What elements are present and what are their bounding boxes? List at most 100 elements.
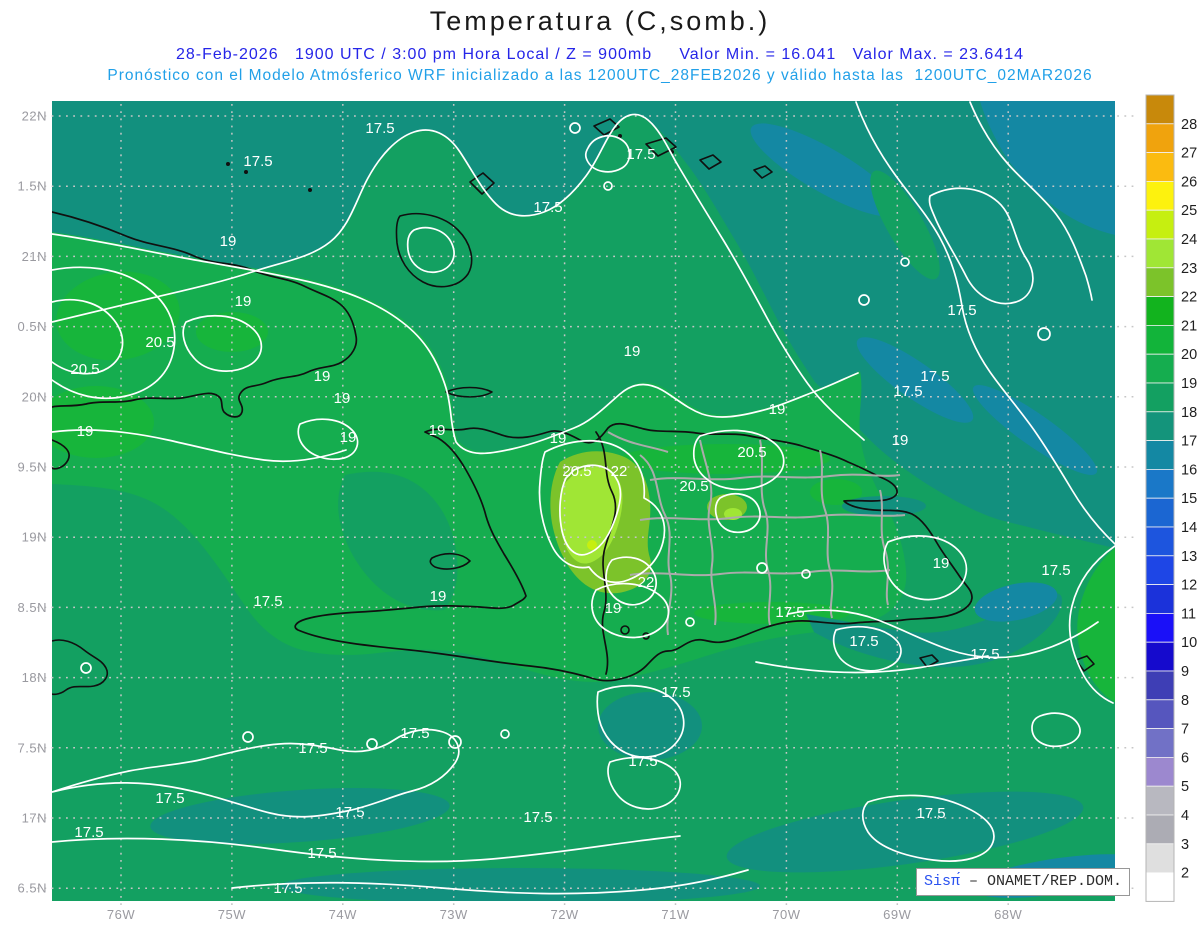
- contour-value-label: 17.5: [365, 120, 394, 137]
- contour-value-label: 19: [220, 233, 237, 250]
- lat-label: 6.5N: [18, 881, 47, 896]
- temperature-shading: [38, 101, 1152, 906]
- contour-value-label: 20.5: [145, 334, 174, 351]
- lat-label: 20N: [22, 389, 47, 404]
- colorbar-cell: [1146, 153, 1174, 182]
- lat-label: 7.5N: [18, 740, 47, 755]
- colorbar-label: 22: [1181, 290, 1197, 306]
- colorbar-label: 21: [1181, 318, 1197, 334]
- contour-value-label: 17.5: [1041, 562, 1070, 579]
- contour-value-label: 19: [235, 293, 252, 310]
- colorbar-cell: [1146, 844, 1174, 873]
- colorbar-cell: [1146, 469, 1174, 498]
- contour-value-label: 17.5: [626, 146, 655, 163]
- colorbar-label: 2: [1181, 866, 1189, 882]
- lon-label: 76W: [107, 907, 135, 922]
- weather-map-page: Temperatura (C,somb.) 28-Feb-2026 1900 U…: [0, 0, 1200, 927]
- colorbar-label: 26: [1181, 174, 1197, 190]
- contour-value-label: 17.5: [970, 646, 999, 663]
- contour-value-label: 19: [334, 390, 351, 407]
- colorbar-cell: [1146, 671, 1174, 700]
- colorbar-label: 17: [1181, 434, 1197, 450]
- contour-value-label: 17.5: [155, 790, 184, 807]
- colorbar-cell: [1146, 268, 1174, 297]
- lon-label: 70W: [772, 907, 800, 922]
- colorbar-label: 25: [1181, 203, 1197, 219]
- contour-value-label: 17.5: [335, 804, 364, 821]
- lon-label: 73W: [440, 907, 468, 922]
- lat-label: 9.5N: [18, 460, 47, 475]
- contour-value-label: 19: [933, 555, 950, 572]
- colorbar-label: 6: [1181, 750, 1189, 766]
- colorbar-label: 28: [1181, 117, 1197, 133]
- colorbar-label: 20: [1181, 347, 1197, 363]
- contour-value-label: 20.5: [737, 444, 766, 461]
- colorbar-cell: [1146, 642, 1174, 671]
- colorbar-label: 7: [1181, 722, 1189, 738]
- lat-label: 0.5N: [18, 319, 47, 334]
- colorbar-label: 27: [1181, 146, 1197, 162]
- contour-value-label: 17.5: [628, 753, 657, 770]
- colorbar-cell: [1146, 556, 1174, 585]
- contour-value-label: 22: [638, 574, 655, 591]
- colorbar-cell: [1146, 383, 1174, 412]
- field-17-18-south: [280, 868, 760, 904]
- colorbar-cell: [1146, 325, 1174, 354]
- contour-value-label: 19: [550, 430, 567, 447]
- temperature-map: 22N1.5N21N0.5N20N9.5N19N8.5N18N7.5N17N6.…: [0, 0, 1200, 927]
- contour-value-label: 19: [769, 401, 786, 418]
- lat-label: 19N: [22, 530, 47, 545]
- colorbar-label: 5: [1181, 779, 1189, 795]
- contour-value-label: 17.5: [849, 633, 878, 650]
- contour-value-label: 17.5: [661, 684, 690, 701]
- contour-value-label: 19: [624, 343, 641, 360]
- cay-dot: [308, 188, 312, 192]
- colorbar-label: 16: [1181, 462, 1197, 478]
- contour-value-label: 19: [430, 588, 447, 605]
- colorbar-cell: [1146, 354, 1174, 383]
- lon-label: 68W: [994, 907, 1022, 922]
- lon-label: 74W: [329, 907, 357, 922]
- colorbar-cell: [1146, 585, 1174, 614]
- field-24-25-spot: [587, 540, 597, 550]
- colorbar-cell: [1146, 527, 1174, 556]
- contour-value-label: 20.5: [70, 361, 99, 378]
- forecast-valid-line: 28-Feb-2026 1900 UTC / 3:00 pm Hora Loca…: [0, 46, 1200, 64]
- colorbar-label: 11: [1181, 606, 1196, 622]
- contour-value-label: 20.5: [562, 463, 591, 480]
- colorbar-label: 10: [1181, 635, 1197, 651]
- colorbar-label: 8: [1181, 693, 1189, 709]
- lat-label: 1.5N: [18, 179, 47, 194]
- colorbar-cell: [1146, 95, 1174, 124]
- lon-label: 75W: [218, 907, 246, 922]
- colorbar-cell: [1146, 815, 1174, 844]
- colorbar-label: 24: [1181, 232, 1197, 248]
- lat-label: 17N: [22, 811, 47, 826]
- lat-label: 8.5N: [18, 600, 47, 615]
- colorbar-label: 14: [1181, 520, 1197, 536]
- lat-label: 21N: [22, 249, 47, 264]
- contour-value-label: 17.5: [253, 593, 282, 610]
- colorbar-cell: [1146, 297, 1174, 326]
- lon-label: 71W: [661, 907, 689, 922]
- colorbar-cell: [1146, 786, 1174, 815]
- colorbar-label: 12: [1181, 578, 1197, 594]
- colorbar-cell: [1146, 441, 1174, 470]
- contour-value-label: 17.5: [74, 824, 103, 841]
- colorbar-label: 18: [1181, 405, 1197, 421]
- contour-value-label: 19: [429, 422, 446, 439]
- cay-dot: [226, 162, 230, 166]
- contour-value-label: 17.5: [775, 604, 804, 621]
- colorbar-cell: [1146, 124, 1174, 153]
- colorbar-label: 19: [1181, 376, 1197, 392]
- brand-org-label: – ONAMET/REP.DOM.: [960, 873, 1122, 890]
- contour-value-label: 17.5: [523, 809, 552, 826]
- colorbar-cell: [1146, 412, 1174, 441]
- contour-value-label: 19: [605, 600, 622, 617]
- contour-value-label: 17.5: [920, 368, 949, 385]
- contour-value-label: 19: [892, 432, 909, 449]
- model-init-line: Pronóstico con el Modelo Atmósferico WRF…: [0, 67, 1200, 85]
- contour-value-label: 17.5: [307, 845, 336, 862]
- contour-value-label: 19: [340, 429, 357, 446]
- lon-label: 72W: [550, 907, 578, 922]
